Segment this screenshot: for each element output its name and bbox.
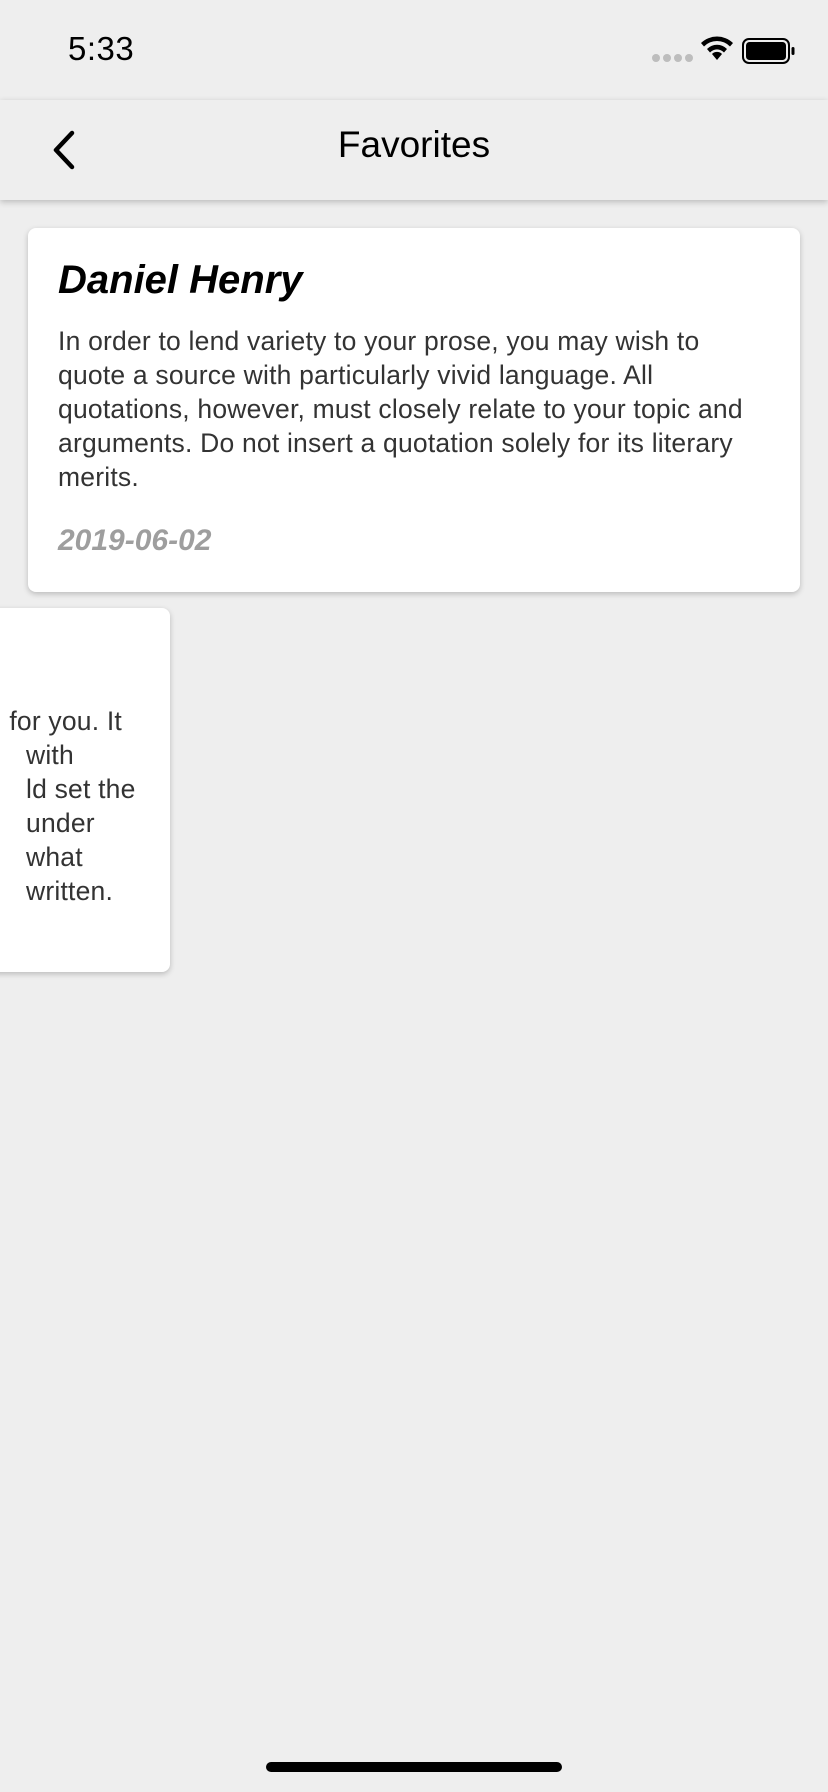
quote-line: under what <box>26 808 95 872</box>
favorites-screen: 5:33 Favorites Daniel Henry In order to … <box>0 0 828 1792</box>
quote-line: written. <box>26 876 114 906</box>
cellular-signal-icon <box>652 54 693 62</box>
card-author: Daniel Henry <box>58 258 303 302</box>
home-indicator <box>266 1762 562 1772</box>
favorite-card-swiped[interactable]: for you. It with ld set the under what w… <box>0 608 170 972</box>
favorite-card[interactable]: Daniel Henry In order to lend variety to… <box>28 228 800 592</box>
status-bar: 5:33 <box>0 0 828 100</box>
navigation-bar: Favorites <box>0 100 828 200</box>
quote-line: ld set the <box>26 774 136 804</box>
page-title: Favorites <box>337 124 491 165</box>
card-quote: In order to lend variety to your prose, … <box>58 326 743 492</box>
status-time: 5:33 <box>68 30 135 67</box>
battery-icon <box>742 38 795 64</box>
quote-line: with <box>26 740 74 770</box>
wifi-icon <box>701 36 733 60</box>
quote-line: for you. It <box>9 706 122 736</box>
card-date: 2019-06-02 <box>58 524 212 557</box>
card-quote-partial: for you. It with ld set the under what w… <box>0 704 142 908</box>
